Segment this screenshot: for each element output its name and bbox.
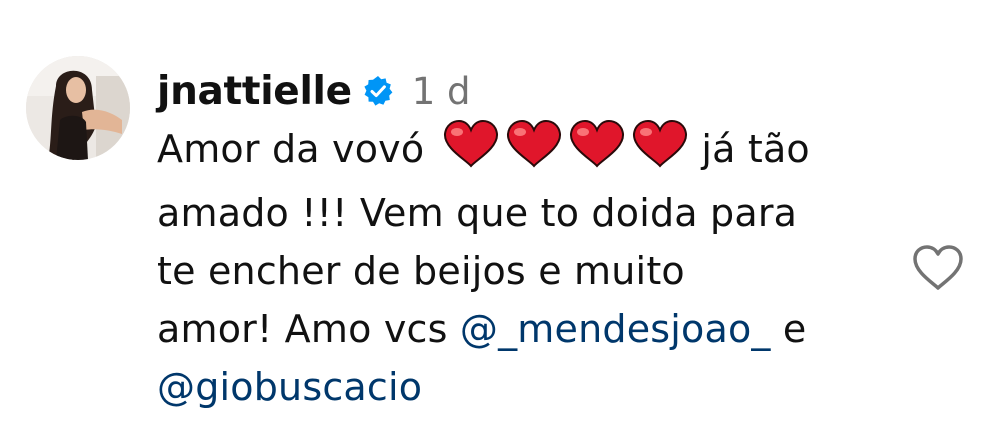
comment-text-part: Amor da vovó bbox=[157, 127, 425, 171]
avatar[interactable] bbox=[26, 56, 130, 160]
comment-line-2: amado !!! Vem que to doida para bbox=[157, 191, 798, 235]
profile-photo bbox=[26, 56, 130, 160]
comment-body: jnattielle 1 d Amor da vovó já tão amado … bbox=[157, 62, 897, 416]
comment-line-3: te encher de beijos e muito bbox=[157, 249, 685, 293]
red-heart-emoji-icon bbox=[570, 120, 625, 168]
comment-timestamp[interactable]: 1 d bbox=[412, 70, 471, 113]
comment-text-part: já tão bbox=[701, 127, 810, 171]
red-heart-emoji-icon bbox=[444, 120, 499, 168]
heart-outline-icon bbox=[913, 245, 963, 290]
username-link[interactable]: jnattielle bbox=[157, 69, 352, 114]
heart-emojis bbox=[442, 120, 689, 184]
comment-line-5: @giobuscacio bbox=[157, 358, 897, 416]
like-comment-button[interactable] bbox=[912, 244, 964, 292]
red-heart-emoji-icon bbox=[633, 120, 688, 168]
comment-text: Amor da vovó já tão amado !!! Vem que to … bbox=[157, 120, 897, 416]
comment-text-part: amor! Amo vcs bbox=[157, 307, 460, 351]
verified-badge-icon bbox=[362, 75, 394, 107]
comment-text-part: e bbox=[770, 307, 807, 351]
mention-link[interactable]: @_mendesjoao_ bbox=[460, 307, 771, 351]
comment-line-1: Amor da vovó já tão bbox=[157, 120, 897, 184]
mention-link[interactable]: @giobuscacio bbox=[157, 365, 422, 409]
red-heart-emoji-icon bbox=[507, 120, 562, 168]
comment: jnattielle 1 d Amor da vovó já tão amado … bbox=[0, 0, 1000, 443]
comment-header: jnattielle 1 d bbox=[157, 62, 897, 120]
comment-line-4: amor! Amo vcs @_mendesjoao_ e bbox=[157, 300, 897, 358]
